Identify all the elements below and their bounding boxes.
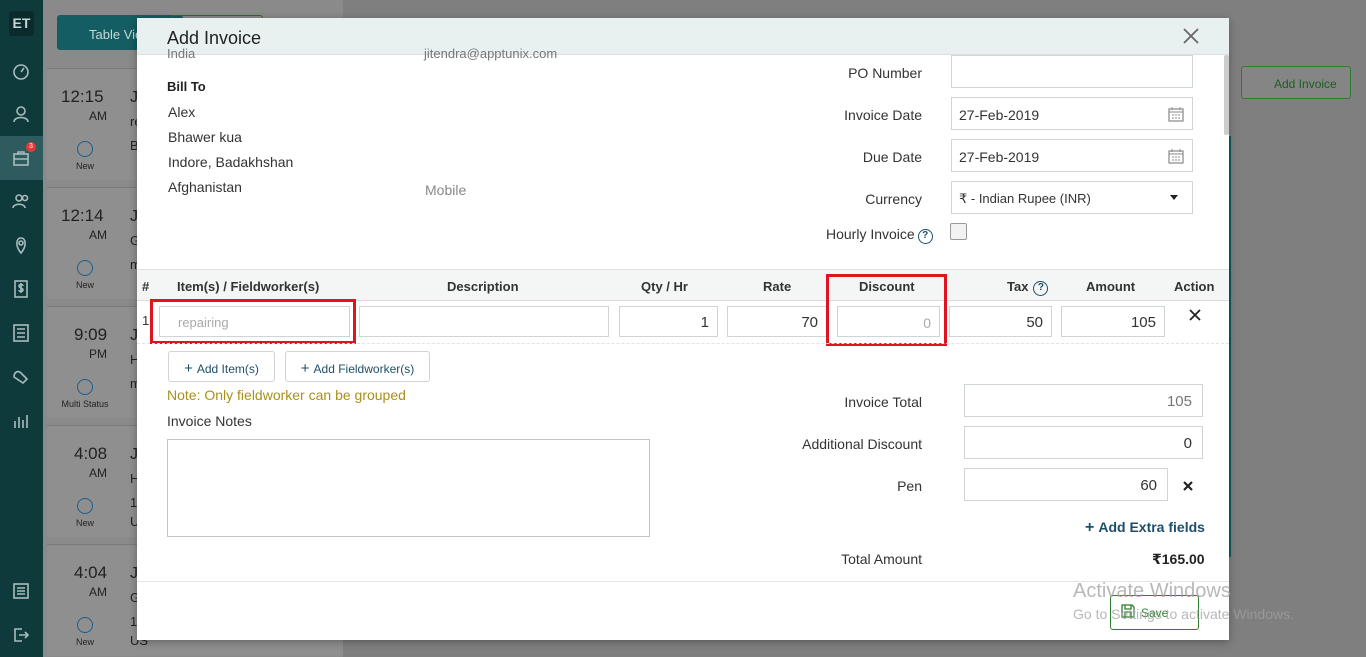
modal-header: Add Invoice xyxy=(137,18,1229,55)
qty-input[interactable]: 1 xyxy=(619,306,718,337)
highlight-box-discount xyxy=(826,274,947,346)
invoice-notes-textarea[interactable] xyxy=(167,439,650,537)
user-icon[interactable] xyxy=(8,101,34,127)
calendar-icon[interactable] xyxy=(1168,148,1184,164)
plus-icon: + xyxy=(1085,519,1095,536)
chevron-down-icon xyxy=(1170,195,1178,200)
items-table-header: # Item(s) / Fieldworker(s) Description Q… xyxy=(137,269,1229,301)
status-circle-icon xyxy=(77,141,93,157)
users-icon[interactable] xyxy=(8,188,34,214)
total-amount-label: Total Amount xyxy=(841,551,922,567)
invoice-date-input[interactable]: 27-Feb-2019 xyxy=(951,97,1193,130)
highlight-box-item xyxy=(150,299,356,344)
plus-icon: + xyxy=(300,360,310,377)
modal-footer: Save xyxy=(137,581,1229,640)
add-invoice-modal: Add Invoice India jitendra@apptunix.com … xyxy=(137,18,1229,640)
dashboard-icon[interactable] xyxy=(8,58,34,84)
background-add-invoice-button[interactable]: Add Invoice xyxy=(1241,66,1351,99)
list-icon[interactable] xyxy=(8,320,34,346)
add-extra-fields-link[interactable]: + Add Extra fields xyxy=(1085,519,1205,537)
help-icon[interactable]: ? xyxy=(917,229,933,244)
currency-select[interactable]: ₹ - Indian Rupee (INR) xyxy=(951,181,1193,214)
close-icon xyxy=(1183,481,1193,491)
country-partial: India xyxy=(167,46,196,61)
mobile-label: Mobile xyxy=(425,182,467,198)
total-amount-value: ₹165.00 xyxy=(1152,551,1205,567)
bill-to-label: Bill To xyxy=(167,79,206,94)
activate-windows-watermark: Activate Windows xyxy=(1073,580,1231,602)
tax-help-icon[interactable]: ? xyxy=(1033,281,1049,296)
currency-label: Currency xyxy=(865,191,922,207)
plus-icon: + xyxy=(184,360,193,377)
chart-icon[interactable] xyxy=(8,408,34,434)
remove-pen-field-button[interactable] xyxy=(1182,480,1196,494)
pen-input[interactable]: 60 xyxy=(964,468,1168,501)
amount-input[interactable]: 105 xyxy=(1061,306,1165,337)
invoice-total-label: Invoice Total xyxy=(844,394,922,410)
modal-body: India jitendra@apptunix.com Bill To Alex… xyxy=(137,46,1229,581)
description-input[interactable] xyxy=(359,306,609,337)
invoice-total-value: 105 xyxy=(964,384,1203,417)
remove-row-button[interactable] xyxy=(1188,308,1206,326)
email-partial: jitendra@apptunix.com xyxy=(424,46,558,61)
dollar-icon[interactable] xyxy=(8,276,34,302)
app-logo: ET xyxy=(9,11,34,36)
po-number-input[interactable] xyxy=(951,55,1193,88)
bill-to-line: Bhawer kua xyxy=(168,129,242,145)
additional-discount-input[interactable]: 0 xyxy=(964,426,1203,459)
activate-windows-subtext: Go to Settings to activate Windows. xyxy=(1073,606,1294,622)
add-fieldworker-button[interactable]: + Add Fieldworker(s) xyxy=(285,351,430,382)
tag-icon[interactable] xyxy=(8,364,34,390)
invoice-date-label: Invoice Date xyxy=(844,107,922,123)
bill-to-line: Alex xyxy=(168,104,196,120)
hourly-invoice-checkbox[interactable] xyxy=(950,223,967,240)
row-divider xyxy=(137,343,1229,344)
status-circle-icon xyxy=(77,498,93,514)
invoice-notes-label: Invoice Notes xyxy=(167,413,252,429)
logout-icon[interactable] xyxy=(8,622,34,648)
grouping-note: Note: Only fieldworker can be grouped xyxy=(167,387,406,403)
row-number: 1 xyxy=(142,313,150,328)
close-icon xyxy=(1183,28,1199,44)
calendar-icon[interactable] xyxy=(1168,106,1184,122)
bill-to-line: Afghanistan xyxy=(168,179,242,195)
hourly-invoice-label: Hourly Invoice? xyxy=(826,226,933,244)
bill-to-line: Indore, Badakhshan xyxy=(168,154,294,170)
status-circle-icon xyxy=(77,617,93,633)
close-button[interactable] xyxy=(1182,27,1202,47)
close-icon xyxy=(1189,309,1201,321)
status-circle-icon xyxy=(77,260,93,276)
sidebar: ET 3 xyxy=(0,0,43,657)
pen-label: Pen xyxy=(897,478,922,494)
add-item-button[interactable]: + Add Item(s) xyxy=(168,351,275,382)
multi-status-icon xyxy=(77,379,93,395)
due-date-label: Due Date xyxy=(862,149,922,165)
tax-input[interactable]: 50 xyxy=(949,306,1052,337)
additional-discount-label: Additional Discount xyxy=(802,436,922,452)
map-pin-icon[interactable] xyxy=(8,232,34,258)
sliders-icon[interactable] xyxy=(8,578,34,604)
rate-input[interactable]: 70 xyxy=(727,306,827,337)
due-date-input[interactable]: 27-Feb-2019 xyxy=(951,139,1193,172)
notification-badge: 3 xyxy=(26,142,36,152)
po-number-label: PO Number xyxy=(848,65,922,81)
